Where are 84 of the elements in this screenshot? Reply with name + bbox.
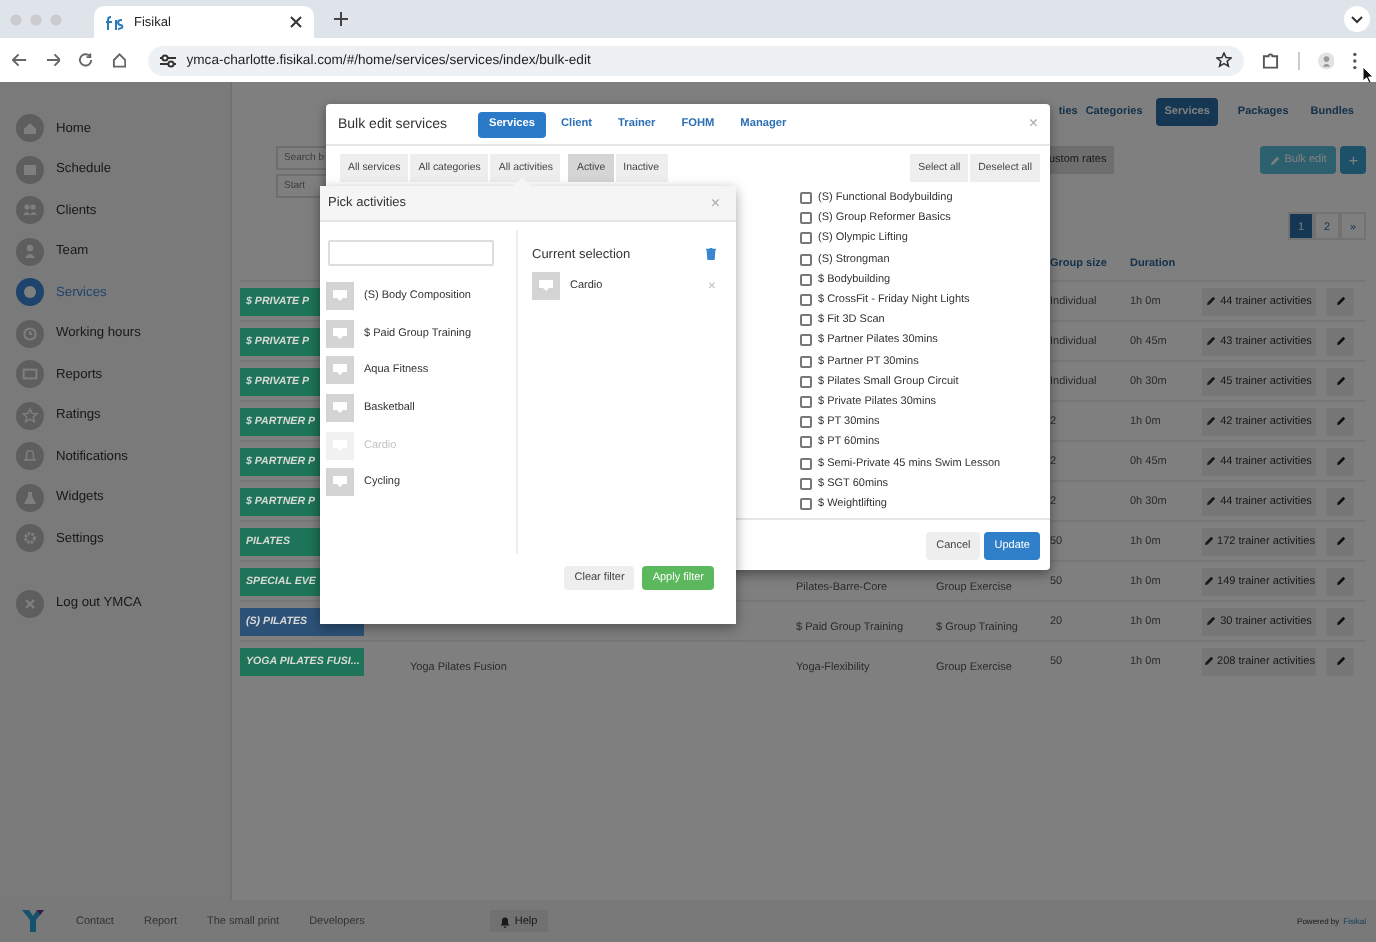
checkbox[interactable] [800,436,812,449]
image-placeholder-icon [532,272,560,300]
dot-icon [16,278,44,307]
pencil-icon [1335,296,1345,306]
trash-icon[interactable] [706,248,716,260]
calendar-icon [16,155,44,184]
checkbox[interactable] [800,232,812,245]
bell-icon [16,442,44,471]
pencil-icon [1203,536,1214,546]
extension-icon[interactable] [1262,51,1280,69]
person-icon [16,237,44,266]
back-icon[interactable] [12,52,28,68]
people-icon [16,196,44,225]
pencil-icon [1206,376,1217,386]
gear-icon [16,524,44,553]
chevron-down-icon[interactable] [1344,6,1370,32]
close-circle-icon [16,589,44,618]
checkbox[interactable] [800,497,812,510]
checkbox[interactable] [800,253,812,266]
menu-icon[interactable] [1352,51,1359,69]
pencil-icon [1335,576,1345,586]
pencil-icon [1335,616,1345,626]
pencil-icon [1206,336,1217,346]
bell-icon [500,915,511,927]
site-settings-icon[interactable] [160,53,177,67]
logo-icon [106,15,126,29]
image-placeholder-icon [326,319,354,348]
image-placeholder-icon [326,282,354,311]
pencil-icon [1335,536,1345,546]
pencil-icon [1203,576,1214,586]
search-field[interactable] [328,240,494,266]
checkbox[interactable] [800,294,812,307]
checkbox[interactable] [800,375,812,388]
checkbox[interactable] [800,273,812,286]
home-icon [16,114,44,143]
edit-button[interactable] [1326,567,1354,595]
edit-button[interactable] [1326,327,1354,355]
star-icon[interactable] [1216,52,1233,68]
pencil-icon [1335,496,1345,506]
edit-button[interactable] [1326,287,1354,315]
pencil-icon [1206,456,1217,466]
edit-button[interactable] [1326,647,1354,675]
checkbox[interactable] [800,334,812,347]
pencil-icon [1270,155,1281,165]
checkbox[interactable] [800,457,812,470]
checkbox[interactable] [800,477,812,490]
pencil-icon [1335,376,1345,386]
forward-icon[interactable] [45,52,61,68]
checkbox[interactable] [800,416,812,429]
profile-icon[interactable] [1317,51,1335,69]
image-placeholder-icon [326,356,354,385]
checkbox[interactable] [800,212,812,225]
close-icon[interactable] [290,16,302,28]
pencil-icon [1335,456,1345,466]
checkbox[interactable] [800,355,812,368]
pencil-icon [1335,336,1345,346]
edit-button[interactable] [1326,527,1354,555]
pencil-icon [1206,416,1217,426]
card-icon [16,360,44,389]
logo-icon [18,910,46,932]
close-button[interactable]: × [1028,116,1038,132]
edit-button[interactable] [1326,487,1354,515]
edit-button[interactable] [1326,607,1354,635]
pencil-icon [1203,656,1214,666]
edit-button[interactable] [1326,367,1354,395]
flask-icon [16,483,44,512]
edit-button[interactable] [1326,407,1354,435]
checkbox[interactable] [800,395,812,408]
pencil-icon [1206,296,1217,306]
pencil-icon [1335,416,1345,426]
new-tab-icon[interactable] [334,12,348,26]
edit-button[interactable] [1326,447,1354,475]
checkbox[interactable] [800,314,812,327]
close-button[interactable]: × [710,195,720,211]
checkbox[interactable] [800,192,812,205]
image-placeholder-icon [326,394,354,423]
pencil-icon [1206,496,1217,506]
add-button[interactable]: + [1340,146,1366,174]
reload-icon[interactable] [78,52,94,68]
image-placeholder-icon [326,468,354,497]
clock-icon [16,319,44,348]
pencil-icon [1206,616,1217,626]
home-icon[interactable] [111,52,127,68]
pencil-icon [1335,656,1345,666]
